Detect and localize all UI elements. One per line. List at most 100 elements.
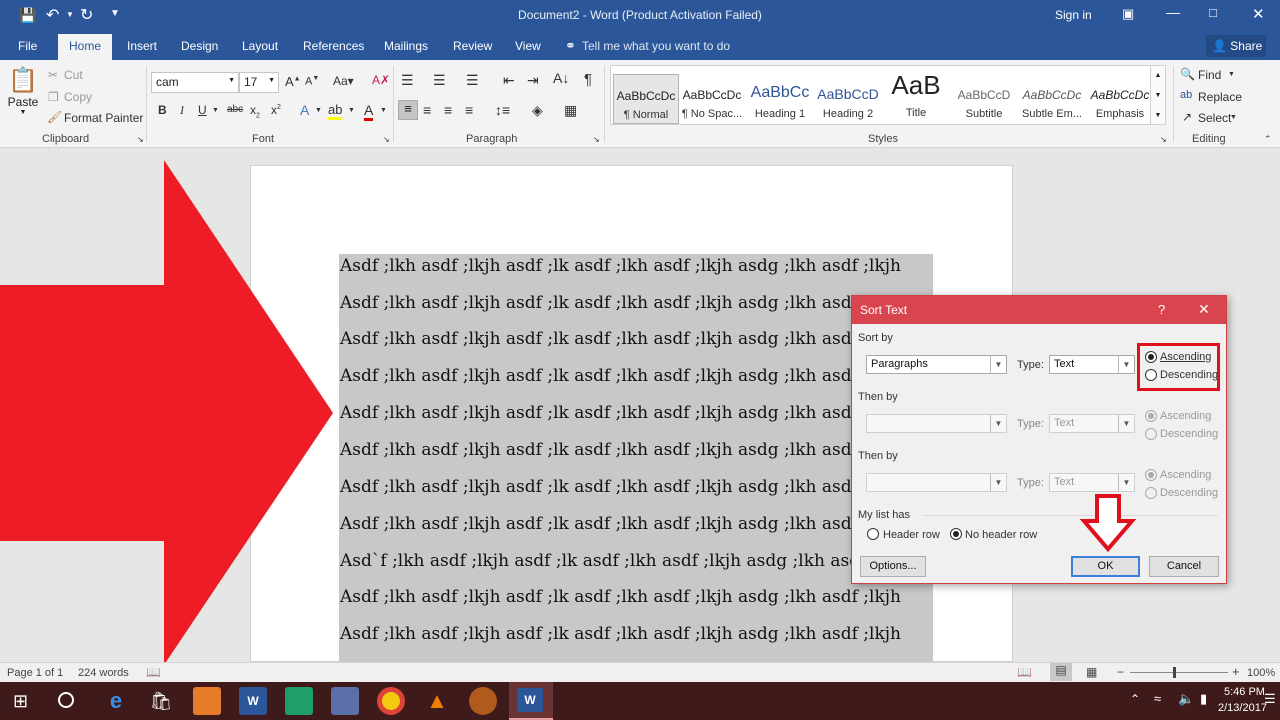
- document-line[interactable]: Asd`f ;lkh asdf ;lkjh asdf ;lk asdf ;lkh…: [340, 551, 909, 571]
- style-no-spacing[interactable]: AaBbCcDc ¶ No Spac...: [679, 74, 745, 124]
- find-dropdown-icon[interactable]: ▼: [1228, 71, 1235, 78]
- ascending-radio-3[interactable]: [1145, 469, 1157, 481]
- header-row-label[interactable]: Header row: [883, 529, 940, 541]
- document-line[interactable]: Asdf ;lkh asdf ;lkjh asdf ;lk asdf ;lkh …: [340, 514, 901, 534]
- options-button[interactable]: Options...: [860, 556, 926, 577]
- type-select[interactable]: Text ▼: [1049, 355, 1135, 374]
- descending-label-3[interactable]: Descending: [1160, 487, 1218, 499]
- game-app-icon[interactable]: [469, 687, 497, 715]
- justify-icon[interactable]: ≡: [465, 102, 473, 118]
- replace-button[interactable]: Replace: [1198, 90, 1242, 104]
- collapse-ribbon-icon[interactable]: ⌃: [1264, 134, 1272, 145]
- tab-review[interactable]: Review: [453, 39, 492, 53]
- wifi-icon[interactable]: ≈: [1154, 691, 1161, 706]
- web-layout-icon[interactable]: ▦: [1086, 665, 1097, 679]
- close-icon[interactable]: ✕: [1198, 301, 1210, 318]
- word-count[interactable]: 224 words: [78, 667, 129, 679]
- network-app-icon[interactable]: [331, 687, 359, 715]
- strikethrough-icon[interactable]: abc: [227, 104, 243, 115]
- ascending-radio-2[interactable]: [1145, 410, 1157, 422]
- style-normal[interactable]: AaBbCcDc ¶ Normal: [613, 74, 679, 124]
- styles-scroll[interactable]: ▲ ▼ ▼: [1150, 65, 1166, 125]
- tab-file[interactable]: File: [18, 39, 37, 53]
- type-select-3[interactable]: Text ▼: [1049, 473, 1135, 492]
- font-color-icon[interactable]: A: [364, 102, 374, 121]
- font-name-box[interactable]: cam ▼: [151, 72, 239, 93]
- highlight-color-icon[interactable]: ab: [328, 102, 343, 120]
- document-line[interactable]: Asdf ;lkh asdf ;lkjh asdf ;lk asdf ;lkh …: [340, 329, 901, 349]
- no-header-row-radio[interactable]: [950, 528, 962, 540]
- font-launcher-icon[interactable]: ↘: [383, 135, 390, 144]
- cut-button[interactable]: Cut: [64, 68, 83, 82]
- sign-in-link[interactable]: Sign in: [1055, 8, 1092, 22]
- volume-icon[interactable]: 🔈: [1178, 691, 1194, 707]
- shading-icon[interactable]: ◈: [532, 102, 543, 119]
- multilevel-list-icon[interactable]: ☰: [466, 72, 479, 89]
- paste-dropdown-icon[interactable]: ▼: [6, 109, 40, 116]
- font-size-box[interactable]: 17 ▼: [239, 72, 279, 93]
- share-button[interactable]: 👤 Share: [1206, 35, 1266, 57]
- close-window-icon[interactable]: ✕: [1252, 5, 1265, 23]
- zoom-level[interactable]: 100%: [1247, 667, 1275, 679]
- tab-home[interactable]: Home: [58, 34, 112, 60]
- selected-text-block[interactable]: Asdf ;lkh asdf ;lkjh asdf ;lk asdf ;lkh …: [339, 254, 933, 662]
- highlight-dropdown-icon[interactable]: ▼: [348, 107, 355, 114]
- tab-design[interactable]: Design: [181, 39, 218, 53]
- change-case-icon[interactable]: Aa▾: [333, 74, 354, 88]
- style-subtle-emphasis[interactable]: AaBbCcDc Subtle Em...: [1019, 74, 1085, 124]
- maximize-icon[interactable]: □: [1209, 5, 1217, 20]
- notifications-icon[interactable]: ☰: [1264, 691, 1276, 707]
- undo-icon[interactable]: ↶: [46, 5, 59, 25]
- style-title[interactable]: AaB Title: [883, 70, 949, 124]
- shrink-font-icon[interactable]: A▼: [305, 75, 319, 88]
- clear-formatting-icon[interactable]: A✗: [372, 73, 390, 87]
- document-line[interactable]: Asdf ;lkh asdf ;lkjh asdf ;lk asdf ;lkh …: [340, 403, 901, 423]
- save-icon[interactable]: 💾: [19, 7, 36, 24]
- vlc-icon[interactable]: ▲: [423, 687, 451, 715]
- select-button[interactable]: Select: [1198, 111, 1231, 125]
- style-heading-1[interactable]: AaBbCc Heading 1: [747, 74, 813, 124]
- app-orange-icon[interactable]: [193, 687, 221, 715]
- italic-icon[interactable]: I: [180, 103, 184, 118]
- paste-button[interactable]: 📋 Paste ▼: [6, 66, 40, 126]
- chrome-icon[interactable]: [377, 687, 405, 715]
- clock-date[interactable]: 2/13/2017: [1218, 702, 1267, 714]
- descending-radio-3[interactable]: [1145, 487, 1157, 499]
- tell-me-box[interactable]: Tell me what you want to do: [582, 39, 730, 53]
- find-button[interactable]: Find: [1198, 68, 1221, 82]
- styles-launcher-icon[interactable]: ↘: [1160, 135, 1167, 144]
- zoom-out-icon[interactable]: −: [1117, 665, 1124, 679]
- tab-references[interactable]: References: [303, 39, 364, 53]
- undo-dropdown-icon[interactable]: ▼: [66, 10, 74, 19]
- ascending-label-3[interactable]: Ascending: [1160, 469, 1211, 481]
- bold-icon[interactable]: B: [158, 103, 167, 117]
- read-mode-icon[interactable]: 📖: [1017, 665, 1032, 679]
- subscript-icon[interactable]: x2: [250, 103, 260, 119]
- style-emphasis[interactable]: AaBbCcDc Emphasis: [1087, 74, 1153, 124]
- tab-mailings[interactable]: Mailings: [384, 39, 428, 53]
- then-by-select-2[interactable]: ▼: [866, 473, 1007, 492]
- clipboard-launcher-icon[interactable]: ↘: [137, 135, 144, 144]
- customize-toolbar-icon[interactable]: ▼: [110, 8, 120, 19]
- help-button[interactable]: ?: [1158, 302, 1165, 317]
- underline-icon[interactable]: U: [198, 103, 207, 117]
- copy-button[interactable]: Copy: [64, 90, 92, 104]
- descending-label-2[interactable]: Descending: [1160, 428, 1218, 440]
- chevron-down-icon[interactable]: ▼: [1151, 86, 1165, 106]
- align-center-icon[interactable]: ≡: [423, 102, 431, 118]
- gallery-more-icon[interactable]: ▼: [1151, 106, 1165, 126]
- grow-font-icon[interactable]: A▲: [285, 74, 301, 89]
- ok-button[interactable]: OK: [1071, 556, 1140, 577]
- increase-indent-icon[interactable]: ⇥: [527, 72, 539, 89]
- tab-view[interactable]: View: [515, 39, 541, 53]
- cancel-button[interactable]: Cancel: [1149, 556, 1219, 577]
- filmora-icon[interactable]: [285, 687, 313, 715]
- document-line[interactable]: Asdf ;lkh asdf ;lkjh asdf ;lk asdf ;lkh …: [340, 477, 901, 497]
- font-color-dropdown-icon[interactable]: ▼: [380, 107, 387, 114]
- style-heading-2[interactable]: AaBbCcD Heading 2: [815, 74, 881, 124]
- document-line[interactable]: Asdf ;lkh asdf ;lkjh asdf ;lk asdf ;lkh …: [340, 366, 901, 386]
- decrease-indent-icon[interactable]: ⇤: [503, 72, 515, 89]
- document-line[interactable]: Asdf ;lkh asdf ;lkjh asdf ;lk asdf ;lkh …: [340, 440, 901, 460]
- document-line[interactable]: Asdf ;lkh asdf ;lkjh asdf ;lk asdf ;lkh …: [340, 587, 901, 607]
- proofing-icon[interactable]: 📖: [146, 665, 161, 679]
